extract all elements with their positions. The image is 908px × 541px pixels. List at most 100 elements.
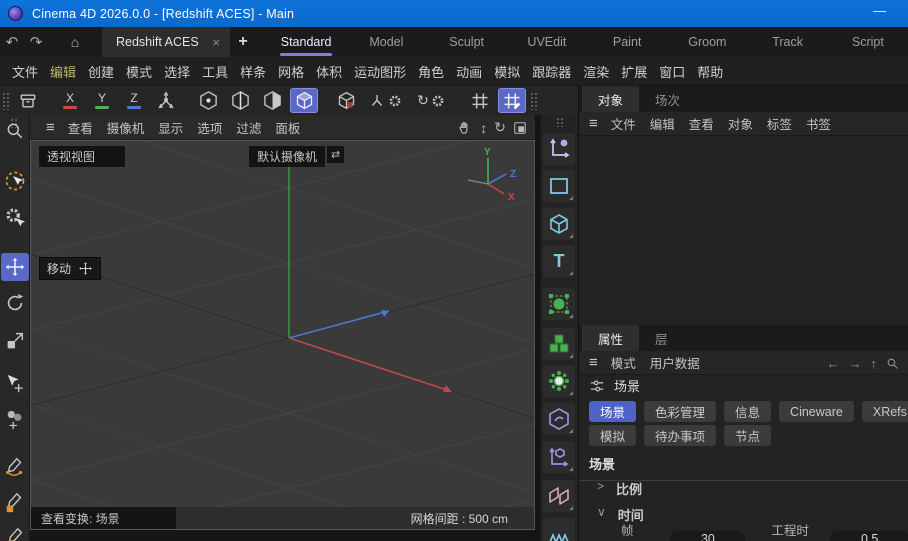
menu-item-mograph[interactable]: 运动图形 — [354, 62, 406, 81]
spline-primitive-button[interactable] — [543, 170, 575, 202]
camera-name-label[interactable]: 默认摄像机 — [249, 146, 326, 167]
tab-attributes[interactable]: 属性 — [582, 325, 640, 351]
rotation-settings-button[interactable]: ↻ — [410, 88, 452, 113]
transfer-tool[interactable] — [1, 406, 29, 434]
dolly-icon[interactable]: ↕ — [480, 120, 487, 136]
attr-tab-info[interactable]: 信息 — [724, 401, 772, 422]
rotate-tool[interactable] — [1, 289, 29, 317]
attr-tab-nodes[interactable]: 节点 — [724, 425, 772, 446]
om-menu-objects[interactable]: 对象 — [728, 114, 753, 133]
model-mode-button[interactable] — [290, 88, 318, 113]
menu-item-spline[interactable]: 样条 — [240, 62, 266, 81]
snap-grid-button[interactable] — [466, 88, 494, 113]
document-tab[interactable]: Redshift ACES × — [102, 27, 230, 57]
volume-pen-tool[interactable] — [1, 524, 29, 541]
om-menu-file[interactable]: 文件 — [611, 114, 636, 133]
field-button[interactable] — [543, 365, 575, 397]
selected-object-row[interactable]: 场景 — [579, 373, 908, 398]
null-axis-button[interactable] — [543, 441, 575, 473]
tab-takes[interactable]: 场次 — [639, 86, 696, 112]
points-mode-button[interactable] — [194, 88, 222, 113]
menu-item-extensions[interactable]: 扩展 — [621, 62, 647, 81]
drag-handle-icon[interactable] — [530, 91, 538, 110]
viewport-menu-view[interactable]: 查看 — [68, 118, 93, 137]
attr-tab-todo[interactable]: 待办事项 — [644, 425, 717, 446]
workspace-tab-groom[interactable]: Groom — [667, 27, 747, 57]
axis-modification-button[interactable] — [152, 88, 180, 113]
home-icon[interactable]: ⌂ — [62, 27, 88, 57]
lock-y-axis-button[interactable]: Y — [88, 88, 116, 113]
volume-builder-button[interactable] — [543, 328, 575, 360]
menu-item-mesh[interactable]: 网格 — [278, 62, 304, 81]
menu-item-simulate[interactable]: 模拟 — [494, 62, 520, 81]
chevron-down-icon[interactable]: ∨ — [597, 505, 606, 524]
workspace-tab-script[interactable]: Script — [828, 27, 908, 57]
om-menu-view[interactable]: 查看 — [689, 114, 714, 133]
move-tool[interactable] — [1, 253, 29, 281]
menu-item-volume[interactable]: 体积 — [316, 62, 342, 81]
undo-icon[interactable]: ↶ — [0, 27, 24, 57]
maximize-view-icon[interactable] — [513, 121, 527, 135]
workspace-tab-paint[interactable]: Paint — [587, 27, 667, 57]
redo-icon[interactable]: ↷ — [24, 27, 48, 57]
menu-item-file[interactable]: 文件 — [12, 62, 38, 81]
workspace-tab-standard[interactable]: Standard — [266, 27, 346, 57]
om-menu-edit[interactable]: 编辑 — [650, 114, 675, 133]
archive-project-button[interactable] — [14, 88, 42, 113]
menu-item-window[interactable]: 窗口 — [659, 62, 685, 81]
back-icon[interactable]: ← — [827, 356, 840, 371]
edges-mode-button[interactable] — [226, 88, 254, 113]
subdivision-surface-button[interactable] — [543, 288, 575, 320]
spline-pen-tool[interactable] — [1, 453, 29, 481]
menu-item-tools[interactable]: 工具 — [202, 62, 228, 81]
attr-tab-color-management[interactable]: 色彩管理 — [644, 401, 717, 422]
polygon-pen-tool[interactable] — [1, 489, 29, 517]
spline-pen-button[interactable] — [543, 133, 575, 165]
tweak-tool[interactable] — [1, 204, 29, 232]
workspace-tab-model[interactable]: Model — [346, 27, 426, 57]
view-type-label[interactable]: 透视视图 — [39, 146, 125, 167]
om-menu-tags[interactable]: 标签 — [767, 114, 792, 133]
viewport-menu-options[interactable]: 选项 — [197, 118, 222, 137]
viewport-menu-display[interactable]: 显示 — [158, 118, 183, 137]
am-menu-mode[interactable]: 模式 — [611, 353, 636, 372]
up-icon[interactable]: ↑ — [871, 356, 878, 371]
viewport-menu-panel[interactable]: 面板 — [275, 118, 300, 137]
fps-input[interactable]: 30 — [670, 530, 746, 541]
live-selection-tool[interactable] — [1, 167, 29, 195]
section-scale[interactable]: > 比例 — [597, 479, 642, 498]
add-tab-button[interactable]: + — [230, 27, 256, 57]
workspace-tab-sculpt[interactable]: Sculpt — [427, 27, 507, 57]
menu-item-mode[interactable]: 模式 — [126, 62, 152, 81]
menu-item-edit[interactable]: 编辑 — [50, 62, 76, 81]
menu-item-character[interactable]: 角色 — [418, 62, 444, 81]
forward-icon[interactable]: → — [849, 356, 862, 371]
om-menu-bookmarks[interactable]: 书签 — [806, 114, 831, 133]
viewport-menu-cameras[interactable]: 摄像机 — [107, 118, 145, 137]
pan-hand-icon[interactable] — [457, 120, 473, 136]
polygons-mode-button[interactable] — [258, 88, 286, 113]
hamburger-icon[interactable]: ≡ — [589, 354, 598, 371]
menu-item-help[interactable]: 帮助 — [697, 62, 723, 81]
hamburger-icon[interactable]: ≡ — [589, 115, 598, 132]
lock-x-axis-button[interactable]: X — [56, 88, 84, 113]
chevron-right-icon[interactable]: > — [597, 479, 604, 498]
text-object-button[interactable]: T — [543, 245, 575, 277]
attr-tab-scene[interactable]: 场景 — [589, 401, 637, 422]
project-duration-input[interactable]: 0.5 — [830, 530, 908, 541]
drag-handle-icon[interactable] — [556, 117, 564, 127]
viewport-menu-filter[interactable]: 过滤 — [236, 118, 261, 137]
viewport-solo-button[interactable] — [1, 117, 29, 145]
tab-layers[interactable]: 层 — [639, 325, 684, 351]
enable-axis-tool[interactable] — [1, 370, 29, 398]
drag-handle-icon[interactable] — [2, 91, 10, 110]
minimize-button[interactable]: — — [873, 3, 886, 18]
menu-item-animate[interactable]: 动画 — [456, 62, 482, 81]
texture-mode-button[interactable] — [332, 88, 360, 113]
camera-button[interactable] — [543, 518, 575, 541]
deformer-button[interactable] — [543, 403, 575, 435]
attr-tab-xrefs[interactable]: XRefs — [861, 401, 908, 422]
modeling-axis-settings-button[interactable] — [364, 88, 406, 113]
am-menu-userdata[interactable]: 用户数据 — [650, 353, 700, 372]
lock-z-axis-button[interactable]: Z — [120, 88, 148, 113]
